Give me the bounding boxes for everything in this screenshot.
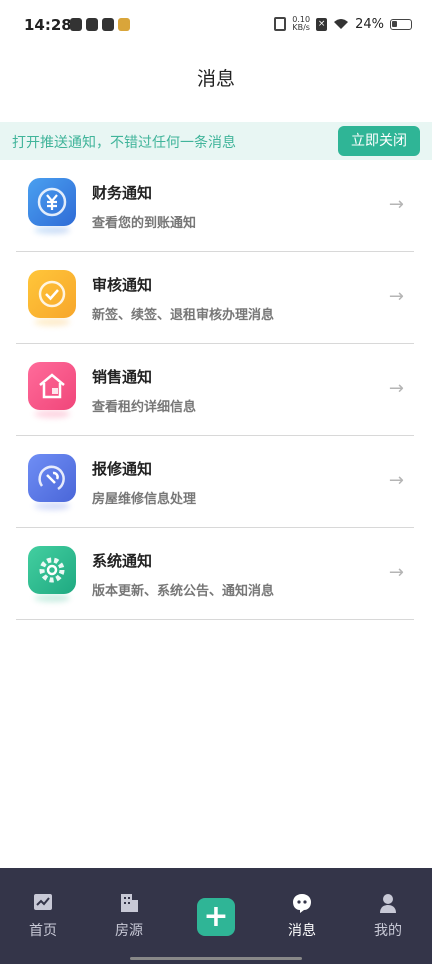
user-icon bbox=[380, 894, 396, 913]
arrow-right-icon: → bbox=[388, 378, 404, 399]
nav-listings[interactable]: 房源 bbox=[99, 884, 159, 940]
sim-off-icon: × bbox=[316, 17, 328, 31]
nav-listings-label: 房源 bbox=[115, 923, 143, 939]
status-time: 14:28 bbox=[24, 16, 72, 34]
gear-icon bbox=[28, 546, 76, 594]
message-item-sales[interactable]: 销售通知 查看租约详细信息 → bbox=[16, 344, 414, 436]
status-app-icons bbox=[70, 18, 130, 31]
wrench-icon bbox=[28, 454, 76, 502]
nav-messages-label: 消息 bbox=[288, 923, 316, 939]
message-item-subtitle: 查看租约详细信息 bbox=[92, 400, 197, 415]
status-indicators: 0.10 KB/s × 24% bbox=[274, 16, 412, 32]
network-speed: 0.10 KB/s bbox=[292, 16, 310, 32]
message-item-finance[interactable]: 财务通知 查看您的到账通知 → bbox=[16, 160, 414, 252]
chat-bubble-icon bbox=[293, 894, 311, 913]
message-item-title: 销售通知 bbox=[92, 368, 153, 386]
message-item-subtitle: 版本更新、系统公告、通知消息 bbox=[92, 584, 275, 599]
message-item-subtitle: 新签、续签、退租审核办理消息 bbox=[92, 308, 275, 323]
arrow-right-icon: → bbox=[388, 286, 404, 307]
nav-home-label: 首页 bbox=[29, 923, 57, 939]
message-item-title: 报修通知 bbox=[92, 460, 153, 478]
message-item-subtitle: 房屋维修信息处理 bbox=[92, 492, 197, 507]
building-icon bbox=[121, 894, 138, 912]
check-circle-icon bbox=[28, 270, 76, 318]
nav-home[interactable]: 首页 bbox=[13, 884, 73, 940]
message-item-title: 系统通知 bbox=[92, 552, 153, 570]
message-item-title: 审核通知 bbox=[92, 276, 153, 294]
app-avatar-icon bbox=[118, 18, 130, 31]
status-bar: 14:28 0.10 KB/s × 24% bbox=[0, 0, 432, 52]
message-item-repair[interactable]: 报修通知 房屋维修信息处理 → bbox=[16, 436, 414, 528]
push-notice-text: 打开推送通知，不错过任何一条消息 bbox=[12, 135, 236, 151]
page-title: 消息 bbox=[196, 68, 235, 90]
message-item-subtitle: 查看您的到账通知 bbox=[92, 216, 197, 231]
nav-mine-label: 我的 bbox=[374, 923, 402, 939]
arrow-right-icon: → bbox=[388, 194, 404, 215]
vibrate-icon bbox=[274, 17, 287, 31]
app-notification-icon bbox=[86, 18, 98, 31]
home-indicator[interactable] bbox=[130, 957, 302, 960]
tiktok-icon bbox=[70, 18, 82, 31]
nav-mine[interactable]: 我的 bbox=[358, 884, 418, 940]
link-icon bbox=[102, 18, 114, 31]
message-item-system[interactable]: 系统通知 版本更新、系统公告、通知消息 → bbox=[16, 528, 414, 620]
bottom-nav: 首页 房源 + 消息 我的 bbox=[0, 868, 432, 964]
nav-messages[interactable]: 消息 bbox=[272, 884, 332, 940]
chart-icon bbox=[34, 894, 52, 910]
arrow-right-icon: → bbox=[388, 562, 404, 583]
close-notice-button[interactable]: 立即关闭 bbox=[338, 126, 420, 156]
yen-icon bbox=[28, 178, 76, 226]
wifi-icon bbox=[334, 19, 349, 29]
message-item-title: 财务通知 bbox=[92, 184, 153, 202]
message-category-list: 财务通知 查看您的到账通知 → 审核通知 新签、续签、退租审核办理消息 → 销售… bbox=[16, 160, 414, 620]
battery-percent: 24% bbox=[355, 16, 384, 32]
arrow-right-icon: → bbox=[388, 470, 404, 491]
add-button[interactable]: + bbox=[197, 898, 235, 936]
message-item-review[interactable]: 审核通知 新签、续签、退租审核办理消息 → bbox=[16, 252, 414, 344]
battery-icon bbox=[390, 18, 412, 30]
house-icon bbox=[28, 362, 76, 410]
push-notice-bar: 打开推送通知，不错过任何一条消息 立即关闭 bbox=[0, 122, 432, 160]
network-speed-unit: KB/s bbox=[292, 23, 310, 32]
